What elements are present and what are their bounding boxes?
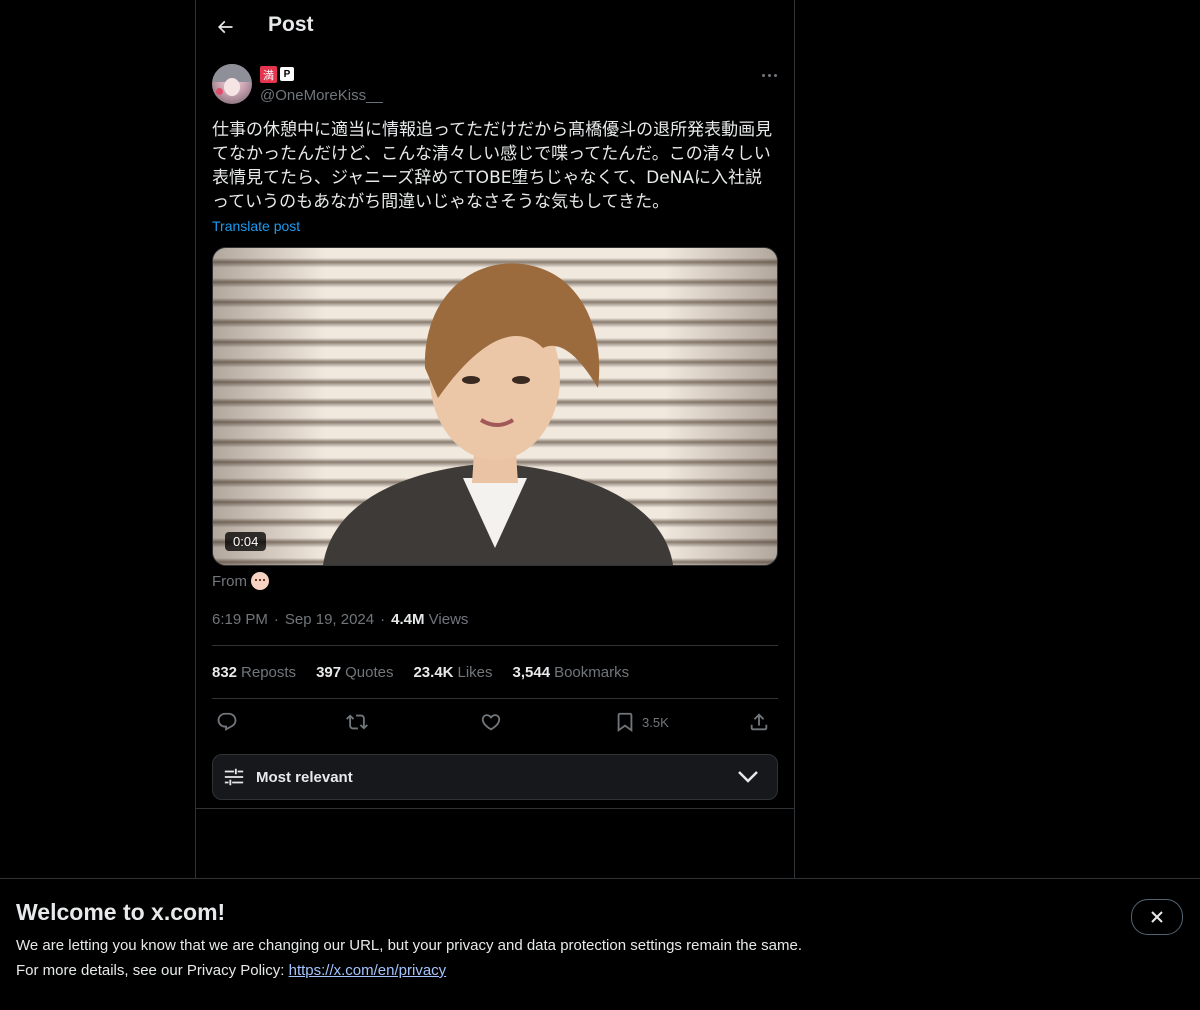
back-button[interactable] xyxy=(208,10,242,44)
from-text: From xyxy=(212,572,247,590)
post-meta: 6:19 PM · Sep 19, 2024 · 4.4M Views xyxy=(212,611,468,628)
more-dot-icon xyxy=(773,73,777,77)
repost-icon xyxy=(346,714,368,730)
more-options-button[interactable] xyxy=(758,66,780,84)
quotes-count: 397 xyxy=(316,664,342,681)
translate-post-link[interactable]: Translate post xyxy=(212,218,300,234)
likes-label: Likes xyxy=(457,664,493,681)
user-handle[interactable]: @OneMoreKiss__ xyxy=(260,87,383,104)
video-duration: 0:04 xyxy=(225,532,267,551)
bookmark-icon xyxy=(617,712,633,733)
bookmark-button[interactable]: 3.5K xyxy=(614,710,669,734)
like-button[interactable] xyxy=(480,710,502,734)
arrow-left-icon xyxy=(217,20,233,34)
emoji-badge-icon: 満 xyxy=(260,66,277,83)
privacy-policy-link[interactable]: https://x.com/en/privacy xyxy=(289,962,447,979)
more-dot-icon xyxy=(767,73,771,77)
quotes-label: Quotes xyxy=(345,664,394,681)
bookmark-count: 3.5K xyxy=(642,714,669,730)
bookmarks-label: Bookmarks xyxy=(554,664,630,681)
reply-icon xyxy=(217,712,237,731)
reposts-stat[interactable]: 832 Reposts xyxy=(212,664,296,681)
meta-separator: · xyxy=(273,611,279,628)
divider xyxy=(196,808,794,809)
post-time[interactable]: 6:19 PM xyxy=(212,611,268,628)
banner-policy-prefix: For more details, see our Privacy Policy… xyxy=(16,962,285,979)
page-title: Post xyxy=(268,13,314,36)
reposts-label: Reposts xyxy=(241,664,297,681)
heart-icon xyxy=(481,714,501,731)
repost-button[interactable] xyxy=(346,710,368,734)
post-header: Post xyxy=(196,0,794,54)
action-bar: 3.5K xyxy=(212,708,778,738)
views-count: 4.4M xyxy=(391,611,425,628)
from-label[interactable]: From xyxy=(212,572,269,590)
reply-button[interactable] xyxy=(216,710,238,734)
close-banner-button[interactable] xyxy=(1131,899,1183,935)
welcome-banner: Welcome to x.com! We are letting you kno… xyxy=(0,878,1200,1010)
share-button[interactable] xyxy=(748,710,770,734)
video-player[interactable]: 0:04 xyxy=(212,247,778,566)
quotes-stat[interactable]: 397 Quotes xyxy=(316,664,393,681)
avatar-bow xyxy=(216,88,223,95)
share-icon xyxy=(750,713,768,731)
close-icon xyxy=(1151,911,1163,923)
avatar-face xyxy=(224,78,240,96)
source-avatar-icon xyxy=(251,572,269,590)
banner-title: Welcome to x.com! xyxy=(16,899,226,925)
divider xyxy=(212,645,778,646)
views-label: Views xyxy=(428,611,469,628)
filter-sliders-icon xyxy=(224,768,244,786)
likes-stat[interactable]: 23.4K Likes xyxy=(413,664,492,681)
bookmarks-stat[interactable]: 3,544 Bookmarks xyxy=(513,664,630,681)
bookmarks-count: 3,544 xyxy=(512,664,551,681)
engagement-stats: 832 Reposts 397 Quotes 23.4K Likes 3,544 Boo… xyxy=(212,664,629,681)
sort-replies-dropdown[interactable]: Most relevant xyxy=(212,754,778,800)
meta-separator: · xyxy=(380,611,386,628)
views: 4.4M Views xyxy=(391,611,468,628)
video-thumbnail xyxy=(323,263,673,565)
post-text: 仕事の休憩中に適当に情報追ってただけだから髙橋優斗の退所発表動画見てなかったんだ… xyxy=(212,120,773,212)
banner-message: We are letting you know that we are chan… xyxy=(16,937,802,954)
display-name[interactable]: 満 P xyxy=(260,66,294,83)
avatar[interactable] xyxy=(212,64,252,104)
sort-label: Most relevant xyxy=(256,769,353,786)
chevron-down-icon xyxy=(738,771,758,783)
primary-column: Post 満 P @OneMoreKiss__ 仕事の休憩中に適当に情報追ってた… xyxy=(195,0,795,1009)
banner-policy-line: For more details, see our Privacy Policy… xyxy=(16,962,446,979)
post-date[interactable]: Sep 19, 2024 xyxy=(285,611,374,628)
divider xyxy=(212,698,778,699)
more-dot-icon xyxy=(761,73,765,77)
parking-badge-icon: P xyxy=(280,67,294,81)
reposts-count: 832 xyxy=(212,664,238,681)
likes-count: 23.4K xyxy=(413,664,454,681)
